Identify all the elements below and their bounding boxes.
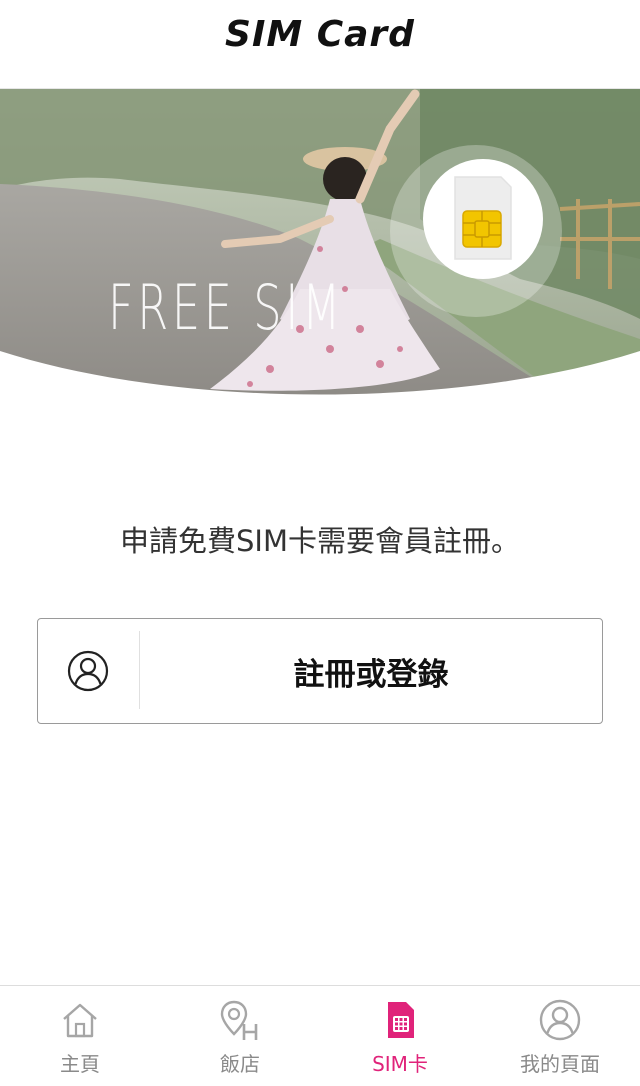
tab-hotel-label: 飯店 xyxy=(220,1052,260,1076)
hotel-pin-icon xyxy=(220,1000,258,1040)
page-title: SIM Card xyxy=(225,14,415,55)
sim-card-illustration xyxy=(423,159,543,279)
register-or-login-button[interactable]: 註冊或登錄 xyxy=(37,618,603,724)
bottom-tab-bar: 主頁 飯店 SIM卡 我的頁面 xyxy=(0,985,640,1086)
tab-my-page-label: 我的頁面 xyxy=(520,1052,600,1076)
sim-card-icon xyxy=(388,1002,414,1038)
banner-text: FREE SIM xyxy=(108,271,345,344)
profile-icon xyxy=(539,999,581,1041)
top-header: SIM Card xyxy=(0,0,640,89)
sim-chip-icon xyxy=(454,176,512,260)
tab-hotel[interactable]: 飯店 xyxy=(160,986,320,1086)
user-icon xyxy=(67,650,109,692)
register-or-login-label: 註冊或登錄 xyxy=(293,657,449,693)
tab-home-label: 主頁 xyxy=(60,1052,100,1076)
registration-required-message: 申請免費SIM卡需要會員註冊。 xyxy=(120,524,520,558)
sim-card-badge xyxy=(390,145,562,317)
tab-sim-card-label: SIM卡 xyxy=(372,1052,428,1076)
tab-home[interactable]: 主頁 xyxy=(0,986,160,1086)
tab-my-page[interactable]: 我的頁面 xyxy=(480,986,640,1086)
home-icon xyxy=(63,1003,97,1038)
tab-sim-card[interactable]: SIM卡 xyxy=(320,986,480,1086)
